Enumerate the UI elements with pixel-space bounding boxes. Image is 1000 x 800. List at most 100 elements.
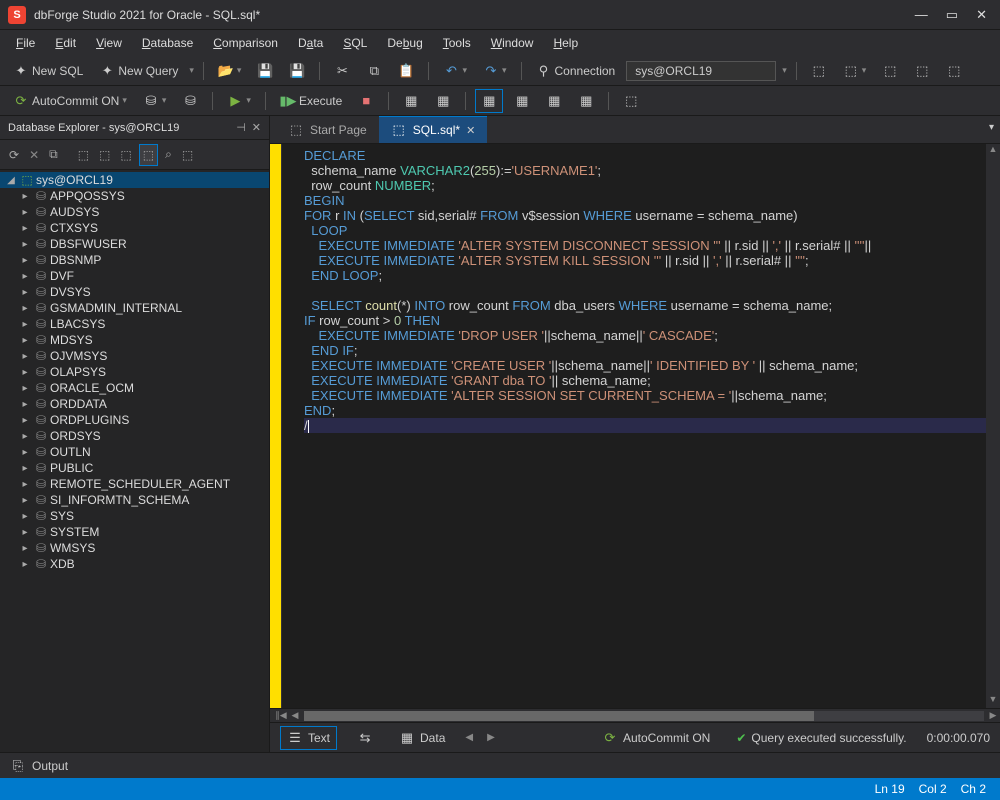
tree-schema-olapsys[interactable]: ▸⛁OLAPSYS [0,364,269,380]
copy-tree-button[interactable]: ⧉ [46,144,61,165]
sql-opt-3[interactable]: ▦ [475,89,503,113]
horizontal-scrollbar[interactable]: ∥◀ ◀ ▶ [270,708,1000,722]
menu-data[interactable]: Data [290,33,331,53]
open-button[interactable]: 📂▾ [213,60,247,82]
tree-schema-oracle_ocm[interactable]: ▸⛁ORACLE_OCM [0,380,269,396]
close-button[interactable]: ✕ [976,7,987,23]
paste-button[interactable]: 📋 [393,60,419,82]
page-next-button[interactable]: ▶ [487,732,495,743]
tree-schema-lbacsys[interactable]: ▸⛁LBACSYS [0,316,269,332]
tb-misc-5[interactable]: ⬚ [941,60,967,82]
connection-dropdown[interactable]: sys@ORCL19 [626,61,776,81]
menu-help[interactable]: Help [545,33,586,53]
pin-button[interactable]: ⊣ [236,121,246,134]
new-query-button[interactable]: ✦New Query [94,60,183,82]
redo-button[interactable]: ↷▾ [478,60,512,82]
autocommit-button[interactable]: ⟳AutoCommit ON▾ [8,90,132,112]
tree-schema-ordsys[interactable]: ▸⛁ORDSYS [0,428,269,444]
tb-misc-4[interactable]: ⬚ [909,60,935,82]
text-view-button[interactable]: ☰Text [280,726,337,750]
code-text-area[interactable]: DECLARE schema_name VARCHAR2(255):='USER… [294,144,1000,708]
tree-schema-ojvmsys[interactable]: ▸⛁OJVMSYS [0,348,269,364]
save-all-button[interactable]: 💾 [284,60,310,82]
sql-opt-5[interactable]: ▦ [541,90,567,112]
tree-schema-orddata[interactable]: ▸⛁ORDDATA [0,396,269,412]
close-tab-icon[interactable]: ✕ [466,124,475,137]
tabs-dropdown[interactable]: ▾ [989,122,994,133]
tree-schema-remote_scheduler_agent[interactable]: ▸⛁REMOTE_SCHEDULER_AGENT [0,476,269,492]
page-prev-button[interactable]: ◀ [465,732,473,743]
delete-button[interactable]: ✕ [26,145,42,165]
autocommit-status[interactable]: ⟳AutoCommit ON [596,727,716,749]
close-panel-button[interactable]: ✕ [252,121,261,134]
swap-view-button[interactable]: ⇆ [351,727,379,749]
code-editor[interactable]: DECLARE schema_name VARCHAR2(255):='USER… [270,144,1000,708]
copy-button[interactable]: ⧉ [361,60,387,82]
tree-root-connection[interactable]: ◢⬚sys@ORCL19 [0,172,269,188]
split-left-icon[interactable]: ∥◀ [274,710,288,721]
scroll-right-icon[interactable]: ▶ [986,710,1000,721]
tree-schema-audsys[interactable]: ▸⛁AUDSYS [0,204,269,220]
scroll-up-icon[interactable]: ▲ [986,144,1000,158]
tree-schema-gsmadmin_internal[interactable]: ▸⛁GSMADMIN_INTERNAL [0,300,269,316]
rollback-button[interactable]: ⛁ [177,90,203,112]
new-sql-button[interactable]: ✦New SQL [8,60,88,82]
save-button[interactable]: 💾 [252,60,278,82]
execute-button[interactable]: ▮▶Execute [275,90,347,112]
tree-schema-outln[interactable]: ▸⛁OUTLN [0,444,269,460]
menu-debug[interactable]: Debug [379,33,430,53]
tree-schema-dbsnmp[interactable]: ▸⛁DBSNMP [0,252,269,268]
sql-opt-1[interactable]: ▦ [398,90,424,112]
menu-database[interactable]: Database [134,33,201,53]
sql-opt-2[interactable]: ▦ [430,90,456,112]
tab-sql-sql-[interactable]: ⬚SQL.sql*✕ [379,116,488,143]
menu-tools[interactable]: Tools [435,33,479,53]
filter-button[interactable]: ⌕ [162,144,175,165]
menu-sql[interactable]: SQL [335,33,375,53]
menu-window[interactable]: Window [483,33,542,53]
tab-start-page[interactable]: ⬚Start Page [276,116,379,143]
scroll-down-icon[interactable]: ▼ [986,694,1000,708]
output-panel-tab[interactable]: ⎘ Output [0,752,1000,778]
tree-schema-ctxsys[interactable]: ▸⛁CTXSYS [0,220,269,236]
tree-schema-system[interactable]: ▸⛁SYSTEM [0,524,269,540]
scroll-left-icon[interactable]: ◀ [288,710,302,721]
tree-schema-xdb[interactable]: ▸⛁XDB [0,556,269,572]
sql-opt-4[interactable]: ▦ [509,90,535,112]
cut-button[interactable]: ✂ [329,60,355,82]
commit-button[interactable]: ⛁▾ [138,90,172,112]
tb-misc-3[interactable]: ⬚ [877,60,903,82]
tree-schema-ordplugins[interactable]: ▸⛁ORDPLUGINS [0,412,269,428]
tree-schema-public[interactable]: ▸⛁PUBLIC [0,460,269,476]
new-conn-button[interactable]: ⬚ [75,145,92,165]
sql-opt-6[interactable]: ▦ [573,90,599,112]
fold-bar[interactable] [282,144,294,708]
undo-button[interactable]: ↶▾ [438,60,472,82]
vertical-scrollbar[interactable]: ▲ ▼ [986,144,1000,708]
stop-button[interactable]: ■ [353,90,379,112]
tree-schema-dbsfwuser[interactable]: ▸⛁DBSFWUSER [0,236,269,252]
tree-schema-dvf[interactable]: ▸⛁DVF [0,268,269,284]
run-button[interactable]: ▶▾ [222,90,256,112]
data-view-button[interactable]: ▦Data [393,727,451,749]
sql-opt-7[interactable]: ⬚ [618,90,644,112]
tree-schema-sys[interactable]: ▸⛁SYS [0,508,269,524]
menu-edit[interactable]: Edit [47,33,84,53]
maximize-button[interactable]: ▭ [946,7,958,23]
tree-schema-mdsys[interactable]: ▸⛁MDSYS [0,332,269,348]
menu-view[interactable]: View [88,33,130,53]
minimize-button[interactable]: — [915,7,928,22]
menu-file[interactable]: File [8,33,43,53]
db-tree[interactable]: ◢⬚sys@ORCL19▸⛁APPQOSSYS▸⛁AUDSYS▸⛁CTXSYS▸… [0,170,269,752]
tree-schema-appqossys[interactable]: ▸⛁APPQOSSYS [0,188,269,204]
conn-4-button[interactable]: ⬚ [139,144,158,166]
tree-schema-si_informtn_schema[interactable]: ▸⛁SI_INFORMTN_SCHEMA [0,492,269,508]
tb-misc-1[interactable]: ⬚ [806,60,832,82]
settings-button[interactable]: ⬚ [179,145,196,165]
conn-3-button[interactable]: ⬚ [117,145,134,165]
tree-schema-wmsys[interactable]: ▸⛁WMSYS [0,540,269,556]
tree-schema-dvsys[interactable]: ▸⛁DVSYS [0,284,269,300]
refresh-button[interactable]: ⟳ [6,145,22,165]
conn-2-button[interactable]: ⬚ [96,145,113,165]
tb-misc-2[interactable]: ⬚▾ [838,60,872,82]
